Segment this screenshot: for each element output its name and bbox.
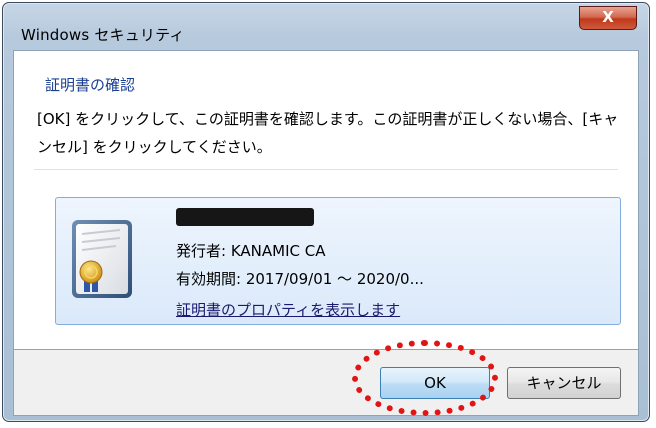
certificate-icon xyxy=(72,220,132,298)
title-bar[interactable]: Windows セキュリティ X xyxy=(3,3,649,47)
security-dialog-window: Windows セキュリティ X 証明書の確認 [OK] をクリックして、この証… xyxy=(2,2,650,422)
close-icon: X xyxy=(602,8,614,26)
ok-button[interactable]: OK xyxy=(380,367,490,399)
certificate-validity: 有効期間: 2017/09/01 ～ 2020/0... xyxy=(176,270,424,288)
button-area: OK キャンセル xyxy=(13,350,639,416)
cancel-button[interactable]: キャンセル xyxy=(507,367,621,399)
certificate-issuer: 発行者: KANAMIC CA xyxy=(176,242,326,260)
certificate-tile[interactable]: 発行者: KANAMIC CA 有効期間: 2017/09/01 ～ 2020/… xyxy=(55,197,621,325)
close-button[interactable]: X xyxy=(579,6,637,30)
certificate-name-redacted xyxy=(176,208,314,226)
dialog-message: [OK] をクリックして、この証明書を確認します。この証明書が正しくない場合、[… xyxy=(37,110,619,156)
dialog-content: 証明書の確認 [OK] をクリックして、この証明書を確認します。この証明書が正し… xyxy=(13,50,639,350)
divider xyxy=(34,169,618,170)
view-certificate-properties-link[interactable]: 証明書のプロパティを表示します xyxy=(176,299,400,320)
dialog-heading: 証明書の確認 xyxy=(45,76,136,94)
window-title: Windows セキュリティ xyxy=(21,26,185,44)
